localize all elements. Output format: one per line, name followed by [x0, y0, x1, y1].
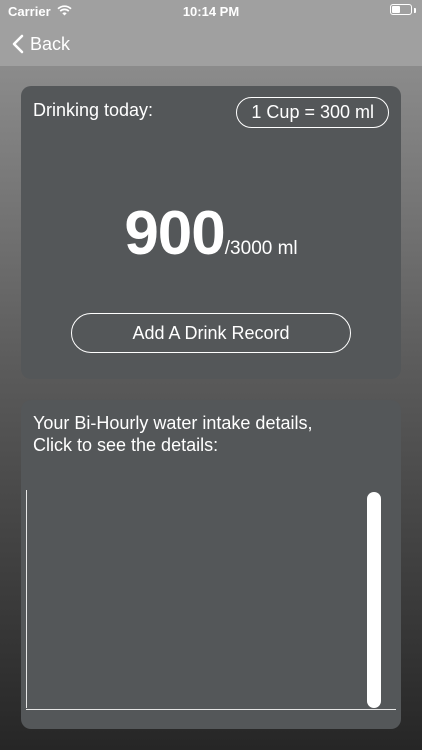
intake-display: 900/3000 ml — [21, 198, 401, 269]
battery-icon — [390, 4, 412, 15]
details-description: Your Bi-Hourly water intake details, Cli… — [33, 412, 312, 456]
battery-level — [392, 6, 400, 13]
add-drink-record-button[interactable]: Add A Drink Record — [71, 313, 351, 353]
chart-y-axis — [26, 490, 27, 708]
chevron-left-icon — [12, 34, 24, 54]
today-intake-card: Drinking today: 1 Cup = 300 ml 900/3000 … — [21, 86, 401, 379]
battery-cap — [414, 8, 416, 13]
details-line-2: Click to see the details: — [33, 435, 219, 455]
back-label: Back — [30, 33, 71, 54]
intake-chart[interactable] — [26, 490, 396, 710]
chart-scrollbar[interactable] — [367, 492, 381, 708]
chart-x-axis — [26, 709, 396, 710]
cup-size-button[interactable]: 1 Cup = 300 ml — [236, 97, 389, 128]
navigation-bar: Carrier 10:14 PM Back — [0, 0, 422, 66]
drinking-today-label: Drinking today: — [33, 100, 154, 120]
back-button[interactable]: Back — [12, 30, 70, 58]
intake-value: 900 — [124, 199, 225, 268]
status-time: 10:14 PM — [182, 4, 240, 19]
bi-hourly-details-card[interactable]: Your Bi-Hourly water intake details, Cli… — [21, 400, 401, 729]
intake-goal: /3000 ml — [224, 238, 298, 259]
details-line-1: Your Bi-Hourly water intake details, — [33, 413, 313, 433]
